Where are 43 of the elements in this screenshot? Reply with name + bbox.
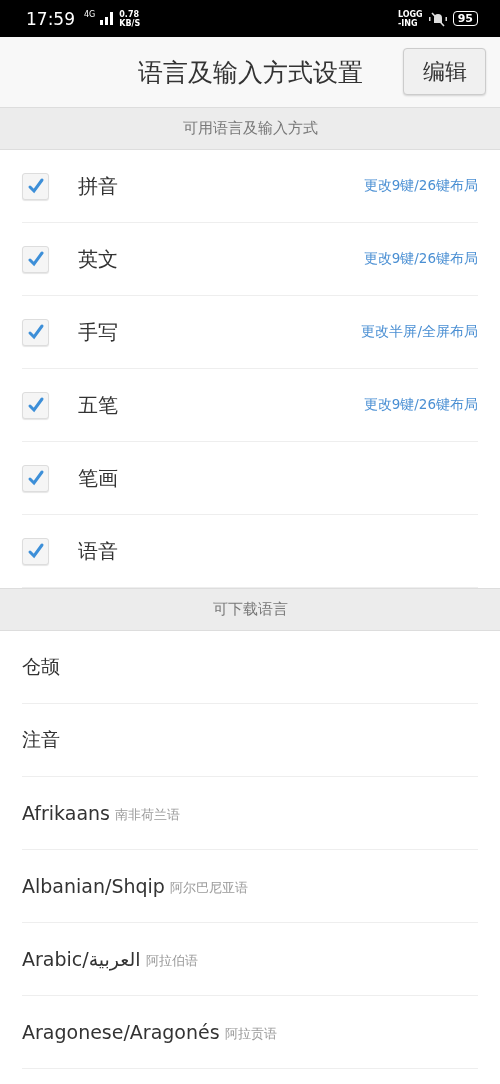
signal-icon <box>100 12 115 25</box>
checkbox[interactable] <box>22 391 49 419</box>
language-name[interactable]: Afrikaans <box>22 802 110 824</box>
checkbox[interactable] <box>22 537 49 565</box>
input-method-name: 五笔 <box>78 391 118 419</box>
language-chinese-name: 阿拉伯语 <box>145 952 198 970</box>
edit-button[interactable]: 编辑 <box>403 48 486 95</box>
input-method-name: 语音 <box>78 537 118 565</box>
language-name[interactable]: Arabic/العربية <box>22 948 141 970</box>
checkmark-icon <box>26 323 45 341</box>
input-method-name: 英文 <box>78 245 118 273</box>
input-method-name: 笔画 <box>78 464 118 492</box>
language-chinese-name: 阿尔巴尼亚语 <box>169 879 248 897</box>
checkmark-icon <box>26 469 45 487</box>
language-chinese-name: 阿拉贡语 <box>224 1025 277 1043</box>
checkmark-icon <box>26 250 45 268</box>
language-chinese-name: 南非荷兰语 <box>115 806 180 824</box>
layout-link[interactable]: 更改9键/26键布局 <box>363 177 478 195</box>
language-name[interactable]: Aragonese/Aragonés <box>22 1021 220 1043</box>
network-speed: 0.78 KB/S <box>119 9 141 28</box>
checkbox[interactable] <box>22 172 49 200</box>
checkmark-icon <box>26 542 45 560</box>
checkbox[interactable] <box>22 318 49 346</box>
checkmark-icon <box>26 177 45 195</box>
input-method-name: 拼音 <box>78 172 118 200</box>
checkbox[interactable] <box>22 245 49 273</box>
checkbox[interactable] <box>22 464 49 492</box>
language-name[interactable]: 注音 <box>22 727 60 753</box>
status-time: 17:59 <box>26 8 75 29</box>
network-type: 4G <box>84 10 96 19</box>
layout-link[interactable]: 更改9键/26键布局 <box>363 396 478 414</box>
checkmark-icon <box>26 396 45 414</box>
muted-bell-icon <box>427 10 448 27</box>
section-header: 可下载语言 <box>0 588 500 631</box>
logging-indicator: LOGG -ING <box>397 9 423 28</box>
page-title: 语言及输入方式设置 <box>137 56 363 89</box>
language-name[interactable]: 仓颉 <box>22 654 60 680</box>
layout-link[interactable]: 更改9键/26键布局 <box>363 250 478 268</box>
language-name[interactable]: Albanian/Shqip <box>22 875 165 897</box>
layout-link[interactable]: 更改半屏/全屏布局 <box>361 323 478 341</box>
battery-level: 95 <box>452 11 478 26</box>
input-method-name: 手写 <box>78 318 118 346</box>
section-header: 可用语言及输入方式 <box>0 107 500 150</box>
